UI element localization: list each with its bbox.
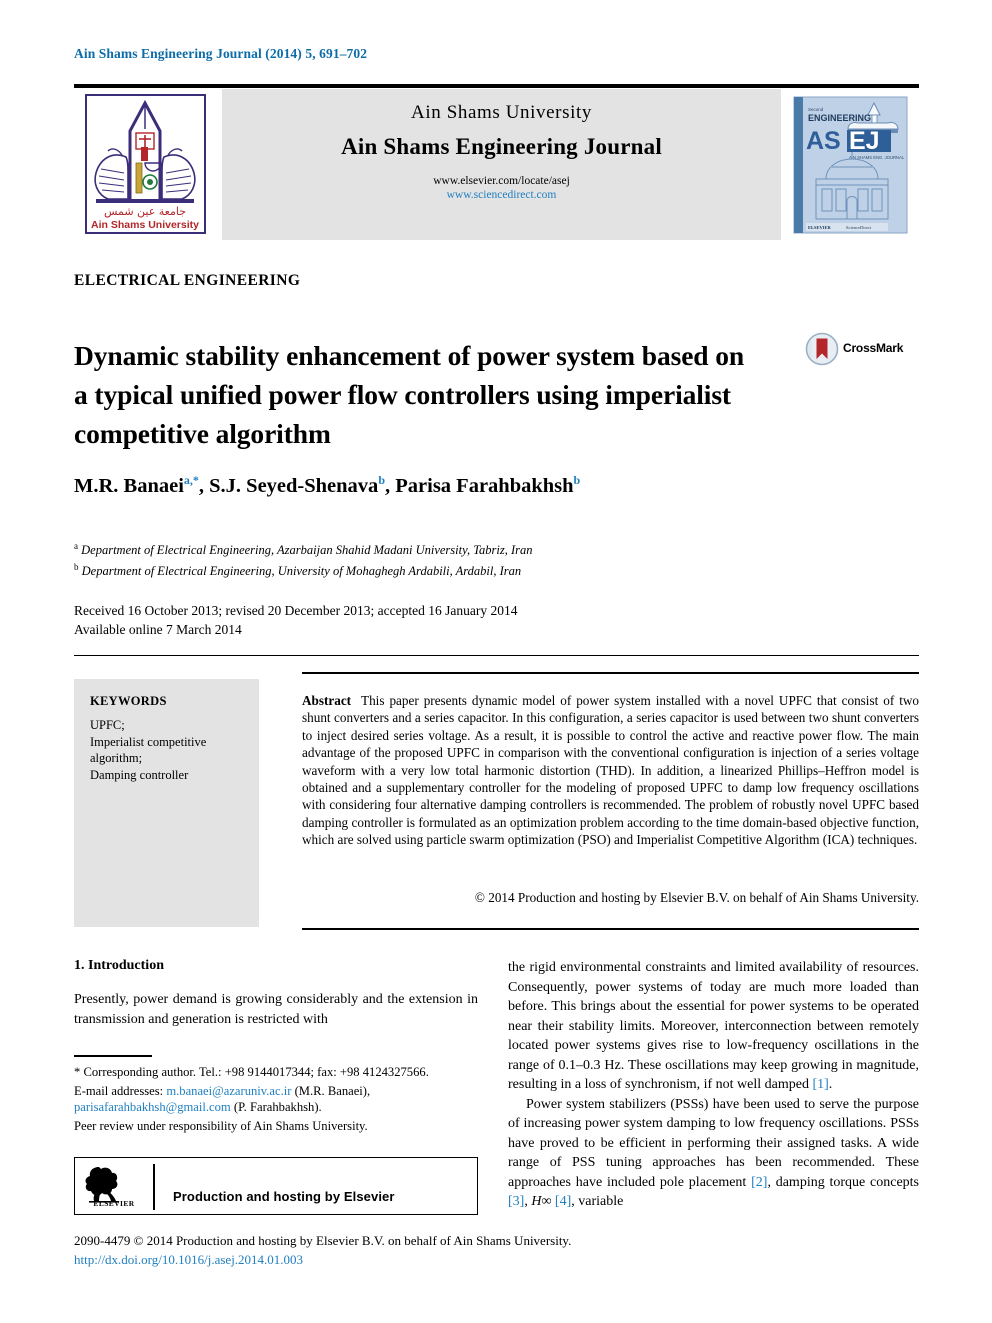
abstract-label: Abstract [302,693,352,708]
abstract-top-rule [302,672,919,674]
page-footer: 2090-4479 © 2014 Production and hosting … [74,1231,919,1269]
elsevier-wordmark: ELSEVIER [93,1199,135,1208]
keywords-heading: KEYWORDS [90,694,167,708]
keywords-list: UPFC; Imperialist competitive algorithm;… [90,718,207,782]
svg-text:Second: Second [808,107,824,112]
footnote-separator-rule [74,1055,152,1057]
crossmark-icon [805,332,839,366]
author-list: M.R. Banaeia,*, S.J. Seyed-Shenavab, Par… [74,473,874,498]
corresponding-author-note: * Corresponding author. Tel.: +98 914401… [74,1065,429,1079]
article-first-page: Ain Shams Engineering Journal (2014) 5, … [0,0,992,1323]
citation-ref[interactable]: [4] [555,1194,571,1209]
logo-arabic-caption: جامعة عين شمس [104,205,186,218]
citation-ref[interactable]: [1] [812,1077,828,1092]
h-infinity-symbol: H∞ [531,1194,552,1209]
affiliation-text: Department of Electrical Engineering, Un… [81,563,522,578]
article-history-online: Available online 7 March 2014 [74,622,242,637]
paragraph-text: , damping torque concepts [767,1174,919,1190]
article-history-received: Received 16 October 2013; revised 20 Dec… [74,603,518,618]
section-heading-introduction: 1. Introduction [74,958,164,973]
author-name: S.J. Seyed-Shenava [209,474,379,497]
svg-text:AS: AS [806,127,841,155]
svg-text:ENGINEERING: ENGINEERING [808,113,871,123]
affiliation-marker: b [74,561,79,572]
email-label: E-mail addresses: [74,1083,164,1098]
article-history: Received 16 October 2013; revised 20 Dec… [74,601,874,639]
abstract-copyright: © 2014 Production and hosting by Elsevie… [474,890,919,905]
author-name: Parisa Farahbakhsh [395,474,574,497]
email-addresses-note: E-mail addresses: m.banaei@azaruniv.ac.i… [74,1083,478,1116]
email-link-farahbakhsh[interactable]: parisafarahbakhsh@gmail.com [74,1100,231,1114]
masthead-sciencedirect-url[interactable]: www.sciencedirect.com [222,189,781,201]
author-affiliation-marker: b [573,473,581,487]
ain-shams-university-logo: جامعة عين شمس Ain Shams University [74,89,217,240]
body-column-right: the rigid environmental constraints and … [508,958,919,1212]
affiliation-marker: a [74,541,78,551]
author-affiliation-marker: b [378,473,385,487]
masthead-elsevier-url[interactable]: www.elsevier.com/locate/asej [222,175,781,187]
affiliation-text: Department of Electrical Engineering, Az… [81,543,533,558]
affiliation-item: b Department of Electrical Engineering, … [74,559,874,580]
masthead-journal-title: Ain Shams Engineering Journal [341,134,662,159]
article-title: Dynamic stability enhancement of power s… [74,340,745,450]
body-column-left: 1. Introduction Presently, power demand … [74,958,478,1029]
abstract-text: This paper presents dynamic model of pow… [302,693,919,848]
journal-cover-thumbnail: Second ENGINEERING AS EJ AIN SHAMS ENG. … [786,89,919,240]
university-logo-icon: جامعة عين شمس Ain Shams University [84,93,207,235]
paragraph-tail: . [828,1077,833,1092]
masthead-university: Ain Shams University [411,102,592,123]
journal-masthead: جامعة عين شمس Ain Shams University Ain S… [74,84,919,240]
crossmark-label: CrossMark [843,341,904,355]
logo-english-caption: Ain Shams University [91,219,199,231]
svg-text:ELSEVIER: ELSEVIER [808,225,832,230]
abstract-bottom-rule [302,928,919,930]
running-head: Ain Shams Engineering Journal (2014) 5, … [74,46,368,61]
abstract-section: Abstract This paper presents dynamic mod… [302,692,919,849]
citation-ref[interactable]: [3] [508,1194,524,1209]
author-separator: , [198,474,210,497]
journal-cover-icon: Second ENGINEERING AS EJ AIN SHAMS ENG. … [793,96,908,234]
author-name: M.R. Banaei [74,474,184,497]
email-owner: (P. Farahbakhsh). [230,1100,322,1115]
issn-copyright-line: 2090-4479 © 2014 Production and hosting … [74,1233,572,1248]
footnote-block: * Corresponding author. Tel.: +98 914401… [74,1064,478,1136]
email-owner: (M.R. Banaei), [291,1083,371,1098]
svg-text:ScienceDirect: ScienceDirect [846,225,872,230]
production-hosting-text: Production and hosting by Elsevier [173,1189,395,1204]
masthead-top-rule [74,84,919,88]
intro-paragraph-left: Presently, power demand is growing consi… [74,992,478,1027]
doi-link[interactable]: http://dx.doi.org/10.1016/j.asej.2014.01… [74,1250,919,1269]
affiliation-list: a Department of Electrical Engineering, … [74,538,874,579]
intro-paragraph-continued: the rigid environmental constraints and … [508,958,919,1095]
production-box-divider [153,1164,155,1210]
paragraph-text: , variable [571,1194,624,1209]
crossmark-badge[interactable]: CrossMark [805,332,925,366]
peer-review-note: Peer review under responsibility of Ain … [74,1118,368,1133]
author-separator: , [385,474,396,497]
svg-text:EJ: EJ [849,127,880,155]
citation-ref[interactable]: [2] [751,1175,767,1190]
author-affiliation-marker: a,* [183,473,199,487]
email-link-banaei[interactable]: m.banaei@azaruniv.ac.ir [166,1084,291,1098]
abstract-block-top-rule [74,655,919,656]
production-hosting-box: ELSEVIER Production and hosting by Elsev… [74,1157,478,1215]
pss-paragraph: Power system stabilizers (PSSs) have bee… [508,1095,919,1212]
subject-area-heading: ELECTRICAL ENGINEERING [74,272,301,289]
affiliation-item: a Department of Electrical Engineering, … [74,538,874,559]
paragraph-text: the rigid environmental constraints and … [508,960,919,1092]
